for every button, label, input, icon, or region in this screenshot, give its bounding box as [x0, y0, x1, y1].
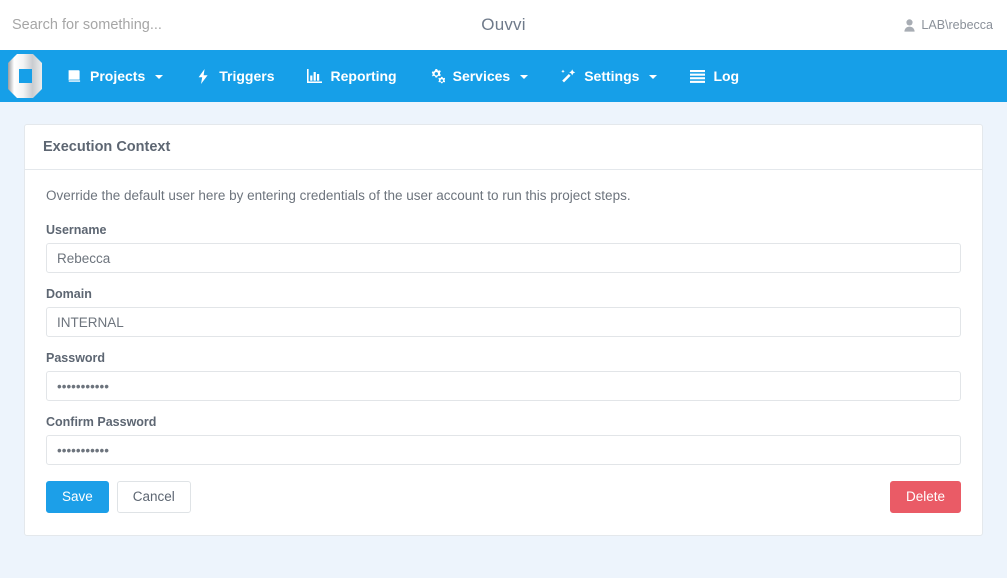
book-icon	[66, 68, 82, 84]
domain-label: Domain	[46, 287, 92, 301]
form-group-password: Password	[46, 351, 961, 401]
nav-label: Settings	[584, 68, 640, 84]
username-label: Username	[46, 223, 107, 237]
username-input[interactable]	[46, 243, 961, 273]
nav-item-settings[interactable]: Settings	[544, 50, 673, 102]
bolt-icon	[195, 68, 211, 84]
save-button[interactable]: Save	[46, 481, 109, 514]
user-account[interactable]: LAB\rebecca	[904, 18, 993, 32]
password-label: Password	[46, 351, 106, 365]
user-label: LAB\rebecca	[921, 18, 993, 32]
nav-label: Services	[452, 68, 511, 84]
domain-input[interactable]	[46, 307, 961, 337]
ouvvi-logo-icon	[8, 54, 42, 98]
nav-label: Projects	[90, 68, 146, 84]
confirm-password-input[interactable]	[46, 435, 961, 465]
chevron-down-icon	[520, 75, 529, 79]
nav-label: Triggers	[219, 68, 275, 84]
search-input[interactable]	[0, 1, 300, 49]
chevron-down-icon	[649, 75, 658, 79]
password-input[interactable]	[46, 371, 961, 401]
nav-item-log[interactable]: Log	[673, 50, 755, 102]
page-content: Execution Context Override the default u…	[0, 102, 1007, 578]
nav-items: Projects Triggers Reporting Services Set…	[50, 50, 755, 102]
panel-title: Execution Context	[25, 125, 982, 170]
form-actions: Save Cancel Delete	[46, 481, 961, 514]
list-icon	[689, 68, 705, 84]
bar-chart-icon	[307, 68, 323, 84]
nav-item-services[interactable]: Services	[413, 50, 545, 102]
form-group-domain: Domain	[46, 287, 961, 337]
main-navbar: Projects Triggers Reporting Services Set…	[0, 50, 1007, 102]
help-text: Override the default user here by enteri…	[46, 188, 631, 203]
cogs-icon	[429, 68, 445, 84]
delete-button[interactable]: Delete	[889, 481, 961, 514]
magic-wand-icon	[560, 68, 576, 84]
form-group-confirm-password: Confirm Password	[46, 415, 961, 465]
form-group-username: Username	[46, 223, 961, 273]
confirm-password-label: Confirm Password	[46, 415, 157, 429]
nav-item-projects[interactable]: Projects	[50, 50, 179, 102]
cancel-button[interactable]: Cancel	[116, 481, 191, 514]
chevron-down-icon	[155, 75, 164, 79]
top-bar: Ouvvi LAB\rebecca	[0, 0, 1007, 50]
nav-label: Reporting	[330, 68, 397, 84]
nav-label: Log	[713, 68, 740, 84]
user-icon	[904, 18, 916, 32]
nav-item-triggers[interactable]: Triggers	[179, 50, 290, 102]
brand-logo[interactable]	[0, 50, 50, 102]
execution-context-panel: Execution Context Override the default u…	[24, 124, 983, 537]
panel-body: Override the default user here by enteri…	[25, 170, 982, 535]
nav-item-reporting[interactable]: Reporting	[291, 50, 413, 102]
